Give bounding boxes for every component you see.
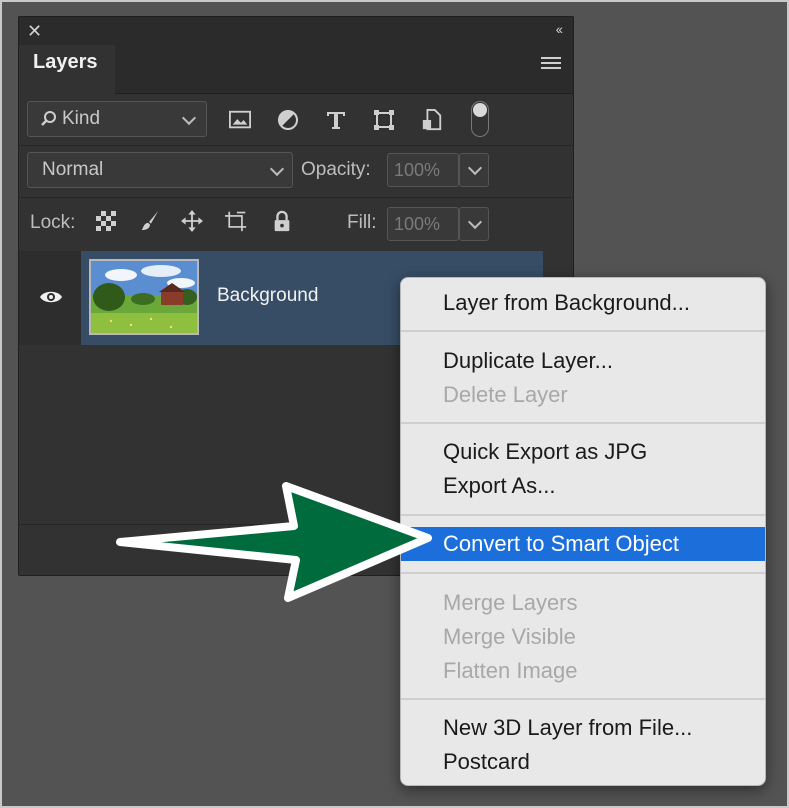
fill-input[interactable]: 100% xyxy=(387,207,459,241)
menu-separator xyxy=(401,698,765,700)
visibility-toggle[interactable] xyxy=(19,251,81,345)
menu-item-merge-visible[interactable]: Merge Visible xyxy=(401,620,765,654)
panel-titlebar: ✕ ‹‹ xyxy=(19,17,573,45)
pointer-arrow-icon xyxy=(116,482,432,602)
menu-item-export-as[interactable]: Export As... xyxy=(401,469,765,503)
tab-layers[interactable]: Layers xyxy=(19,45,115,94)
lock-position-icon[interactable] xyxy=(181,210,203,232)
blend-row: Normal Opacity: 100% xyxy=(19,145,573,196)
tab-strip: Layers xyxy=(19,45,573,94)
chevron-down-icon xyxy=(269,161,285,177)
collapse-icon[interactable]: ‹‹ xyxy=(556,21,563,37)
opacity-dropdown[interactable] xyxy=(459,153,489,187)
lock-label: Lock: xyxy=(30,212,76,233)
fill-label: Fill: xyxy=(347,212,377,233)
eye-icon xyxy=(40,291,62,303)
chevron-down-icon xyxy=(467,160,483,176)
layer-thumbnail xyxy=(89,259,199,335)
menu-item-convert-to-smart-object[interactable]: Convert to Smart Object xyxy=(401,527,765,561)
opacity-label: Opacity: xyxy=(301,159,371,180)
smart-object-filter-icon[interactable] xyxy=(421,109,443,131)
chevron-down-icon xyxy=(467,214,483,230)
image-filter-icon[interactable] xyxy=(229,109,251,131)
search-icon xyxy=(41,111,56,126)
menu-separator xyxy=(401,514,765,516)
menu-item-delete-layer[interactable]: Delete Layer xyxy=(401,378,765,412)
lock-all-icon[interactable] xyxy=(271,210,293,232)
lock-image-icon[interactable] xyxy=(139,210,161,232)
artboard-icon[interactable] xyxy=(225,210,247,232)
kind-filter-select[interactable]: Kind xyxy=(27,101,207,137)
opacity-input[interactable]: 100% xyxy=(387,153,459,187)
context-menu: Layer from Background... Duplicate Layer… xyxy=(400,277,766,786)
menu-item-duplicate-layer[interactable]: Duplicate Layer... xyxy=(401,344,765,378)
kind-label: Kind xyxy=(62,108,101,129)
adjustment-filter-icon[interactable] xyxy=(277,109,299,131)
menu-separator xyxy=(401,330,765,332)
menu-item-merge-layers[interactable]: Merge Layers xyxy=(401,586,765,620)
menu-separator xyxy=(401,572,765,574)
menu-item-layer-from-background[interactable]: Layer from Background... xyxy=(401,286,765,320)
blend-mode-value: Normal xyxy=(42,159,104,180)
menu-item-postcard[interactable]: Postcard xyxy=(401,745,765,779)
layer-name: Background xyxy=(217,285,319,306)
close-icon[interactable]: ✕ xyxy=(27,21,42,41)
chevron-down-icon xyxy=(181,110,197,126)
menu-item-new-3d-layer-from-file[interactable]: New 3D Layer from File... xyxy=(401,711,765,745)
lock-row: Lock: Fill: 100% xyxy=(19,197,573,252)
hamburger-icon[interactable] xyxy=(541,57,561,71)
blend-mode-select[interactable]: Normal xyxy=(27,152,293,188)
menu-separator xyxy=(401,422,765,424)
menu-item-flatten-image[interactable]: Flatten Image xyxy=(401,654,765,688)
type-filter-icon[interactable] xyxy=(325,109,347,131)
shape-filter-icon[interactable] xyxy=(373,109,395,131)
fill-dropdown[interactable] xyxy=(459,207,489,241)
toggle-knob xyxy=(473,103,487,117)
filter-row: Kind xyxy=(19,93,573,145)
lock-transparent-icon[interactable] xyxy=(95,210,117,232)
filter-toggle[interactable] xyxy=(471,101,489,137)
menu-item-quick-export-jpg[interactable]: Quick Export as JPG xyxy=(401,435,765,469)
